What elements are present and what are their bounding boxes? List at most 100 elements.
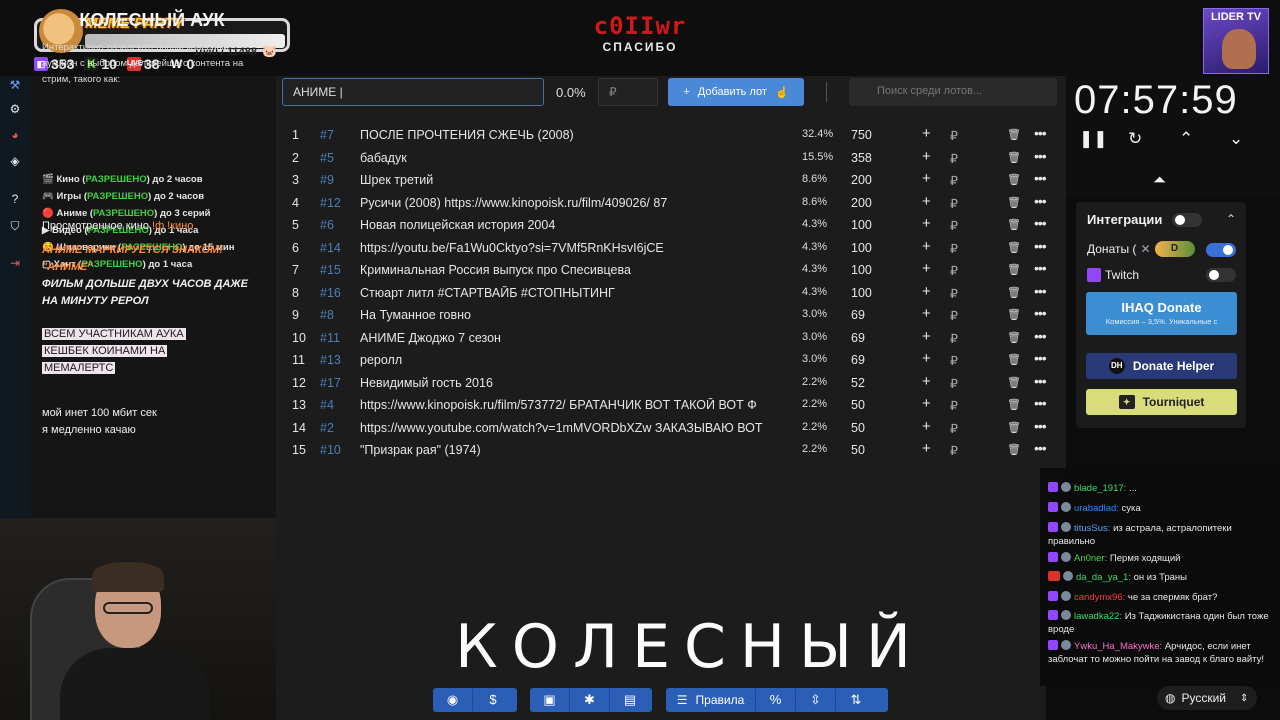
language-select[interactable]: ◍ Русский ⇕ (1157, 686, 1257, 710)
ruble-icon[interactable]: ₽ (950, 263, 958, 278)
more-icon[interactable]: ••• (1034, 328, 1047, 344)
trash-icon[interactable]: 🗑 (1007, 331, 1021, 344)
chat-username[interactable]: titusSus (1074, 523, 1108, 534)
ruble-icon[interactable]: ₽ (950, 353, 958, 368)
integrations-toggle[interactable] (1172, 213, 1202, 227)
lot-amount[interactable]: 50 (851, 421, 865, 435)
more-icon[interactable]: ••• (1034, 238, 1047, 254)
more-icon[interactable]: ••• (1034, 148, 1047, 164)
help-icon[interactable]: ? (8, 192, 22, 206)
more-icon[interactable]: ••• (1034, 373, 1047, 389)
more-icon[interactable]: ••• (1034, 215, 1047, 231)
trash-icon[interactable]: 🗑 (1007, 263, 1021, 276)
lot-name[interactable]: реролл (360, 353, 790, 367)
compress-icon[interactable]: ⇳ (796, 689, 836, 711)
reset-icon[interactable]: ↻ (1128, 129, 1142, 149)
ruble-icon[interactable]: ₽ (950, 196, 958, 211)
layers-icon[interactable]: ◈ (8, 154, 22, 168)
lot-name[interactable]: бабадук (360, 151, 790, 165)
chat-username[interactable]: candymx96 (1074, 592, 1123, 603)
lot-amount[interactable]: 69 (851, 331, 865, 345)
lot-amount[interactable]: 100 (851, 286, 872, 300)
trash-icon[interactable]: 🗑 (1007, 151, 1021, 164)
dollar-icon[interactable]: $ (473, 689, 513, 711)
ihaq-donate-button[interactable]: IHAQ Donate Комиссия – 3,5%. Уникальные … (1086, 292, 1237, 335)
add-amount-icon[interactable]: + (922, 305, 931, 322)
close-icon[interactable]: ✕ (1140, 242, 1150, 256)
more-icon[interactable]: ••• (1034, 395, 1047, 411)
lot-amount[interactable]: 750 (851, 128, 872, 142)
lot-amount[interactable]: 69 (851, 308, 865, 322)
logout-icon[interactable]: ⇥ (8, 256, 22, 270)
chevron-up-icon[interactable]: ⌃ (1179, 129, 1193, 149)
add-amount-icon[interactable]: + (922, 283, 931, 300)
ruble-icon[interactable]: ₽ (950, 308, 958, 323)
trash-icon[interactable]: 🗑 (1007, 241, 1021, 254)
lot-amount-input[interactable]: ₽ (598, 78, 658, 106)
lot-amount[interactable]: 200 (851, 196, 872, 210)
lot-amount[interactable]: 100 (851, 218, 872, 232)
more-icon[interactable]: ••• (1034, 260, 1047, 276)
lot-name[interactable]: "Призрак рая" (1974) (360, 443, 790, 457)
lot-name[interactable]: Невидимый гость 2016 (360, 376, 790, 390)
lot-name[interactable]: https://www.kinopoisk.ru/film/573772/ БР… (360, 398, 790, 412)
trash-list-icon[interactable]: ▤ (610, 689, 650, 711)
pause-icon[interactable]: ❚❚ (1079, 129, 1108, 149)
add-amount-icon[interactable]: + (922, 170, 931, 187)
lot-name[interactable]: Криминальная Россия выпуск про Спесивцев… (360, 263, 790, 277)
integrations-collapse-icon[interactable]: ⌃ (1226, 212, 1236, 226)
trash-icon[interactable]: 🗑 (1007, 376, 1021, 389)
rules-button[interactable]: ☰ Правила (666, 689, 756, 711)
collapse-up-icon[interactable]: ⏶ (1153, 172, 1166, 190)
lot-name[interactable]: Русичи (2008) https://www.kinopoisk.ru/f… (360, 196, 790, 210)
add-amount-icon[interactable]: + (922, 193, 931, 210)
more-icon[interactable]: ••• (1034, 193, 1047, 209)
add-amount-icon[interactable]: + (922, 238, 931, 255)
add-amount-icon[interactable]: + (922, 373, 931, 390)
more-icon[interactable]: ••• (1034, 418, 1047, 434)
trash-icon[interactable]: 🗑 (1007, 398, 1021, 411)
more-icon[interactable]: ••• (1034, 350, 1047, 366)
lot-amount[interactable]: 50 (851, 443, 865, 457)
lot-name[interactable]: https://www.youtube.com/watch?v=1mMVORDb… (360, 421, 790, 435)
lot-amount[interactable]: 52 (851, 376, 865, 390)
add-amount-icon[interactable]: + (922, 395, 931, 412)
shield-icon[interactable]: ⛉ (8, 219, 22, 233)
add-amount-icon[interactable]: + (922, 260, 931, 277)
lot-name[interactable]: Стюарт литл #СТАРТВАЙБ #СТОПНЫТИНГ (360, 286, 790, 300)
ruble-icon[interactable]: ₽ (950, 443, 958, 458)
trash-icon[interactable]: 🗑 (1007, 353, 1021, 366)
trash-icon[interactable]: 🗑 (1007, 443, 1021, 456)
lot-name[interactable]: https://youtu.be/Fa1Wu0Cktyo?si=7VMf5RnK… (360, 241, 790, 255)
donate-helper-button[interactable]: DH Donate Helper (1086, 353, 1237, 379)
chat-username[interactable]: An0ner (1074, 553, 1105, 564)
lot-name[interactable]: АНИМЕ Джоджо 7 сезон (360, 331, 790, 345)
add-amount-icon[interactable]: + (922, 148, 931, 165)
lot-amount[interactable]: 200 (851, 173, 872, 187)
more-icon[interactable]: ••• (1034, 283, 1047, 299)
trash-icon[interactable]: 🗑 (1007, 421, 1021, 434)
ruble-icon[interactable]: ₽ (950, 241, 958, 256)
more-icon[interactable]: ••• (1034, 305, 1047, 321)
trash-icon[interactable]: 🗑 (1007, 196, 1021, 209)
chat-username[interactable]: da_da_ya_1 (1076, 572, 1128, 583)
ruble-icon[interactable]: ₽ (950, 398, 958, 413)
add-amount-icon[interactable]: + (922, 125, 931, 142)
bug-icon[interactable]: ✱ (570, 689, 610, 711)
lot-amount[interactable]: 100 (851, 241, 872, 255)
add-amount-icon[interactable]: + (922, 418, 931, 435)
ruble-icon[interactable]: ₽ (950, 218, 958, 233)
ruble-icon[interactable]: ₽ (950, 331, 958, 346)
wheel-icon[interactable]: ◕ (8, 128, 22, 142)
lot-search-input[interactable]: Поиск среди лотов... (849, 78, 1057, 106)
ruble-icon[interactable]: ₽ (950, 376, 958, 391)
more-icon[interactable]: ••• (1034, 440, 1047, 456)
add-amount-icon[interactable]: + (922, 215, 931, 232)
lot-name[interactable]: Новая полицейская история 2004 (360, 218, 790, 232)
sort-icon[interactable]: ⇅ (836, 689, 876, 711)
add-amount-icon[interactable]: + (922, 350, 931, 367)
donations-toggle[interactable] (1206, 243, 1236, 257)
twitch-toggle[interactable] (1206, 268, 1236, 282)
ruble-icon[interactable]: ₽ (950, 128, 958, 143)
chevron-down-icon[interactable]: ⌄ (1229, 129, 1243, 149)
